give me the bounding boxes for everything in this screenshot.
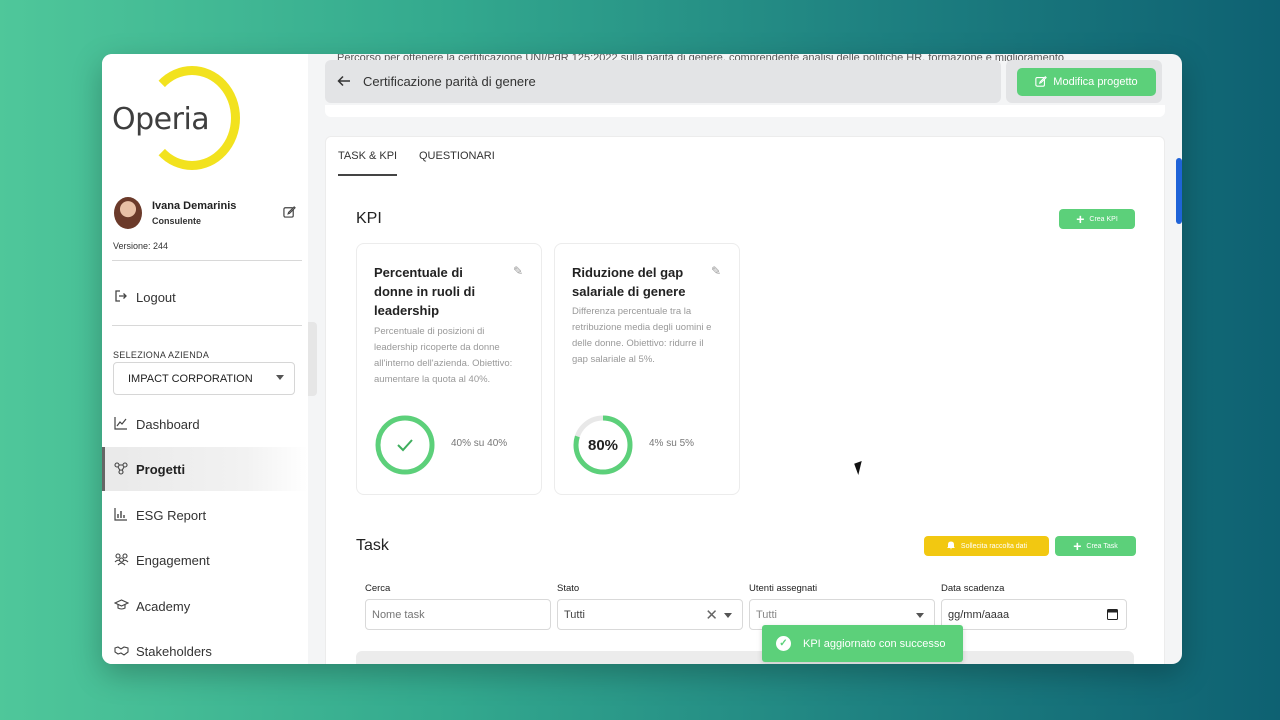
create-kpi-label: Crea KPI xyxy=(1089,215,1118,223)
main-content: Percorso per ottenere la certificazione … xyxy=(322,54,1182,664)
status-value: Tutti xyxy=(564,608,585,621)
table-header xyxy=(356,651,1134,664)
plus-icon: + xyxy=(1073,538,1082,554)
check-icon xyxy=(397,439,413,452)
divider xyxy=(112,260,302,261)
sidebar: Operia Ivana Demarinis Consulente Versio… xyxy=(102,54,308,664)
sidebar-item-engagement[interactable]: Engagement xyxy=(102,538,308,582)
logout-button[interactable]: Logout xyxy=(102,275,308,319)
remind-data-label: Sollecita raccolta dati xyxy=(960,542,1028,550)
user-role: Consulente xyxy=(152,216,202,226)
page-header: Certificazione parità di genere xyxy=(325,60,1001,103)
users-label: Utenti assegnati xyxy=(749,583,818,594)
pencil-icon[interactable]: ✎ xyxy=(711,264,721,278)
edit-profile-icon[interactable] xyxy=(283,205,296,221)
people-icon xyxy=(113,552,129,569)
task-section-title: Task xyxy=(356,537,389,554)
search-input[interactable] xyxy=(365,599,551,630)
sidebar-item-dashboard[interactable]: Dashboard xyxy=(102,402,308,446)
toast-message: KPI aggiornato con successo xyxy=(803,637,946,650)
avatar xyxy=(114,197,142,229)
close-icon[interactable]: ✕ xyxy=(705,606,718,624)
kpi-ring-label: 80% xyxy=(588,437,618,454)
kpi-progress-ring xyxy=(375,415,435,475)
user-name: Ivana Demarinis xyxy=(152,200,237,212)
divider xyxy=(112,325,302,326)
search-label: Cerca xyxy=(365,583,391,594)
tab-task-kpi[interactable]: TASK & KPI xyxy=(338,150,398,176)
kpi-progress-ring: 80% xyxy=(573,415,633,475)
remind-data-button[interactable]: Sollecita raccolta dati xyxy=(924,536,1049,556)
scrollbar-thumb[interactable] xyxy=(1176,158,1182,224)
check-circle-icon: ✓ xyxy=(776,636,791,651)
edit-project-label: Modifica progetto xyxy=(1053,76,1138,88)
status-select[interactable]: Tutti ✕ xyxy=(557,599,743,630)
back-arrow-icon[interactable] xyxy=(337,74,351,90)
content-panel: TASK & KPI QUESTIONARI KPI + Crea KPI Pe… xyxy=(325,136,1165,664)
graduation-cap-icon xyxy=(113,598,129,615)
kpi-description: Percentuale di posizioni di leadership r… xyxy=(374,326,513,385)
page-title: Certificazione parità di genere xyxy=(363,74,536,89)
due-date-input[interactable]: gg/mm/aaaa xyxy=(941,599,1127,630)
operia-logo[interactable]: Operia xyxy=(112,66,240,176)
sidebar-item-label: ESG Report xyxy=(136,507,207,523)
chevron-down-icon xyxy=(724,613,732,618)
logout-label: Logout xyxy=(136,289,176,305)
sidebar-item-label: Stakeholders xyxy=(136,643,212,659)
user-profile: Ivana Demarinis Consulente xyxy=(114,197,300,231)
bar-chart-icon xyxy=(113,507,129,524)
edit-icon xyxy=(1035,75,1048,90)
chevron-down-icon xyxy=(276,375,284,380)
chevron-down-icon xyxy=(916,613,924,618)
bell-icon xyxy=(946,540,956,552)
logout-icon xyxy=(113,289,129,306)
plus-icon: + xyxy=(1076,211,1085,227)
description-card xyxy=(325,105,1165,117)
success-toast: ✓ KPI aggiornato con successo xyxy=(762,625,963,662)
sidebar-item-academy[interactable]: Academy xyxy=(102,584,308,628)
due-date-label: Data scadenza xyxy=(941,583,1005,594)
sidebar-item-label: Engagement xyxy=(136,552,210,568)
sidebar-item-stakeholders[interactable]: Stakeholders xyxy=(102,629,308,664)
kpi-card[interactable]: Riduzione del gap salariale di genere ✎ … xyxy=(554,243,740,495)
chart-line-icon xyxy=(113,416,129,433)
kpi-description: Differenza percentuale tra la retribuzio… xyxy=(572,306,712,365)
handshake-icon xyxy=(113,643,129,660)
kpi-value: 40% su 40% xyxy=(451,438,508,449)
company-select[interactable]: IMPACT CORPORATION xyxy=(113,362,295,395)
sidebar-item-label: Dashboard xyxy=(136,416,200,432)
kpi-value: 4% su 5% xyxy=(649,438,695,449)
company-select-value: IMPACT CORPORATION xyxy=(128,372,253,385)
sidebar-item-label: Academy xyxy=(136,598,191,614)
status-label: Stato xyxy=(557,583,580,594)
kpi-title: Percentuale di donne in ruoli di leaders… xyxy=(374,265,476,318)
header-actions: Modifica progetto xyxy=(1006,60,1162,103)
calendar-icon[interactable] xyxy=(1107,608,1118,623)
create-task-label: Crea Task xyxy=(1086,542,1118,550)
sidebar-item-progetti[interactable]: Progetti xyxy=(102,447,308,491)
sidebar-item-esg-report[interactable]: ESG Report xyxy=(102,493,308,537)
logo-text: Operia xyxy=(112,102,210,137)
users-value: Tutti xyxy=(756,608,777,621)
pencil-icon[interactable]: ✎ xyxy=(513,264,523,278)
create-kpi-button[interactable]: + Crea KPI xyxy=(1059,209,1135,229)
company-select-label: SELEZIONA AZIENDA xyxy=(113,350,210,360)
kpi-title: Riduzione del gap salariale di genere xyxy=(572,265,686,299)
kpi-card[interactable]: Percentuale di donne in ruoli di leaders… xyxy=(356,243,542,495)
sidebar-collapse-handle[interactable] xyxy=(308,322,317,396)
tab-questionari[interactable]: QUESTIONARI xyxy=(419,150,495,176)
kpi-section-title: KPI xyxy=(356,210,382,227)
edit-project-button[interactable]: Modifica progetto xyxy=(1017,68,1156,96)
due-date-placeholder: gg/mm/aaaa xyxy=(948,608,1010,621)
create-task-button[interactable]: + Crea Task xyxy=(1055,536,1136,556)
app-window: Operia Ivana Demarinis Consulente Versio… xyxy=(102,54,1182,664)
version-label: Versione: 244 xyxy=(113,241,169,251)
network-icon xyxy=(113,461,129,478)
sidebar-item-label: Progetti xyxy=(136,461,186,477)
